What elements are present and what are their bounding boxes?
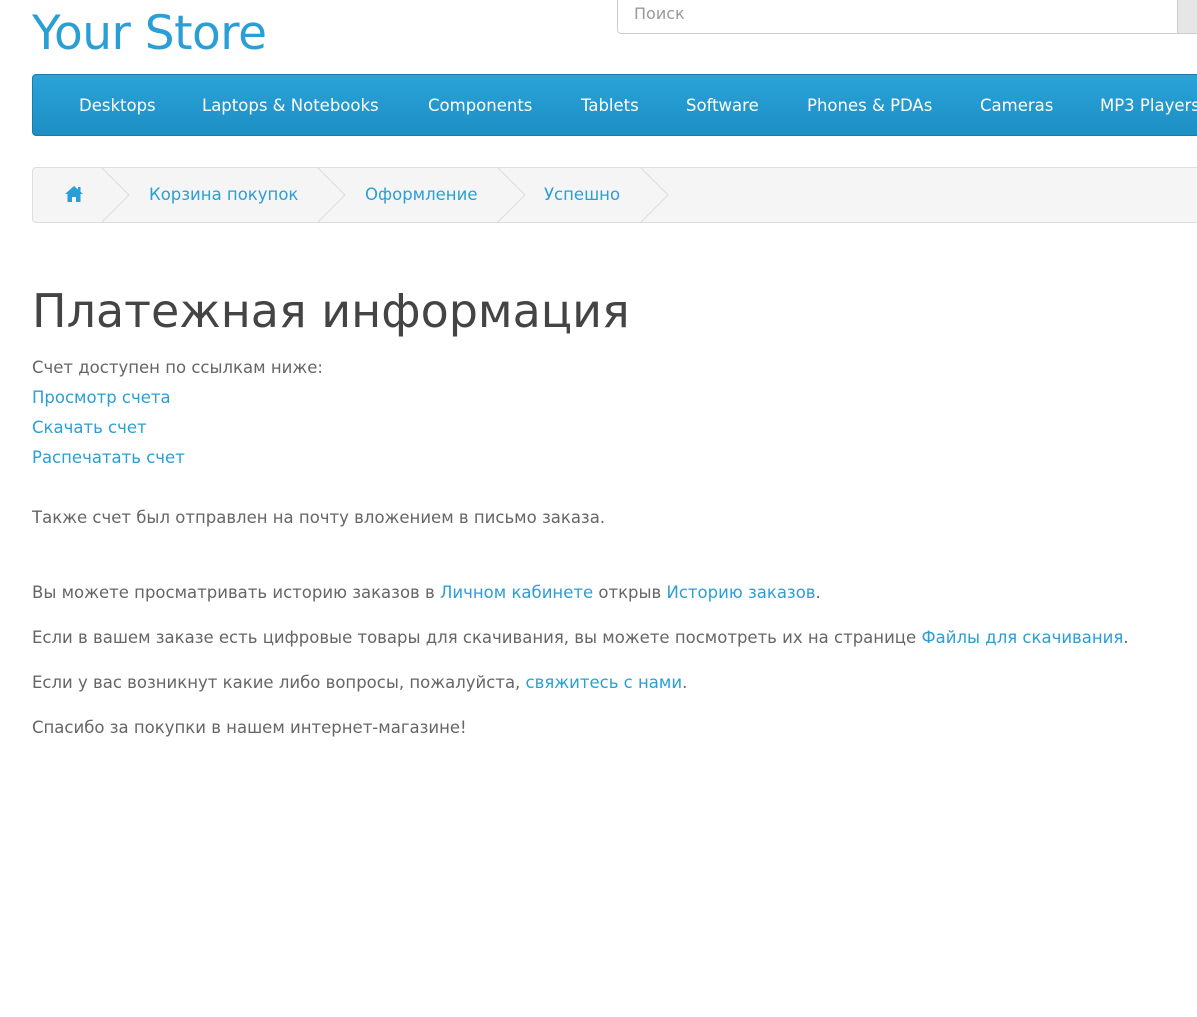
- thanks-message: Спасибо за покупки в нашем интернет-мага…: [32, 718, 467, 737]
- invoice-intro: Счет доступен по ссылкам ниже:: [32, 358, 323, 377]
- breadcrumb-item-success[interactable]: Успешно: [544, 168, 620, 222]
- download-invoice-link[interactable]: Скачать счет: [32, 416, 147, 440]
- menu-item-tablets[interactable]: Tablets: [581, 75, 639, 135]
- breadcrumb-separator: [101, 168, 130, 222]
- contact-us-link[interactable]: свяжитесь с нами: [526, 673, 683, 692]
- downloads-text: .: [1123, 628, 1129, 647]
- page-title: Платежная информация: [32, 284, 630, 338]
- search-box: [617, 0, 1197, 34]
- downloads-text: Если в вашем заказе есть цифровые товары…: [32, 628, 922, 647]
- contact-text: .: [682, 673, 688, 692]
- breadcrumb-item-cart[interactable]: Корзина покупок: [149, 168, 298, 222]
- breadcrumb-separator: [640, 168, 669, 222]
- contact-paragraph: Если у вас возникнут какие либо вопросы,…: [32, 671, 687, 695]
- menu-item-software[interactable]: Software: [686, 75, 759, 135]
- menu-item-mp3-players[interactable]: MP3 Players: [1100, 75, 1197, 135]
- breadcrumb-item-checkout[interactable]: Оформление: [365, 168, 477, 222]
- email-note: Также счет был отправлен на почту вложен…: [32, 508, 606, 527]
- print-invoice-link[interactable]: Распечатать счет: [32, 446, 185, 470]
- main-menu: Desktops Laptops & Notebooks Components …: [32, 74, 1197, 136]
- breadcrumb: Корзина покупок Оформление Успешно: [32, 167, 1197, 223]
- home-icon[interactable]: [64, 185, 84, 203]
- order-history-text: открыв: [593, 583, 667, 602]
- store-logo-text[interactable]: Your Store: [32, 6, 267, 61]
- order-history-link[interactable]: Историю заказов: [667, 583, 816, 602]
- menu-item-desktops[interactable]: Desktops: [79, 75, 156, 135]
- menu-item-laptops-notebooks[interactable]: Laptops & Notebooks: [202, 75, 379, 135]
- order-history-text: Вы можете просматривать историю заказов …: [32, 583, 440, 602]
- contact-text: Если у вас возникнут какие либо вопросы,…: [32, 673, 526, 692]
- search-button[interactable]: [1177, 0, 1197, 33]
- view-invoice-link[interactable]: Просмотр счета: [32, 386, 171, 410]
- menu-item-cameras[interactable]: Cameras: [980, 75, 1053, 135]
- breadcrumb-separator: [497, 168, 526, 222]
- downloads-link[interactable]: Файлы для скачивания: [921, 628, 1123, 647]
- order-history-text: .: [815, 583, 821, 602]
- downloads-paragraph: Если в вашем заказе есть цифровые товары…: [32, 626, 1129, 650]
- menu-item-components[interactable]: Components: [428, 75, 532, 135]
- search-input[interactable]: [618, 0, 1178, 33]
- page: Your Store Desktops Laptops & Notebooks …: [0, 0, 1197, 1017]
- menu-item-phones-pdas[interactable]: Phones & PDAs: [807, 75, 932, 135]
- store-logo[interactable]: Your Store: [32, 4, 267, 64]
- breadcrumb-separator: [317, 168, 346, 222]
- account-link[interactable]: Личном кабинете: [440, 583, 593, 602]
- order-history-paragraph: Вы можете просматривать историю заказов …: [32, 581, 821, 605]
